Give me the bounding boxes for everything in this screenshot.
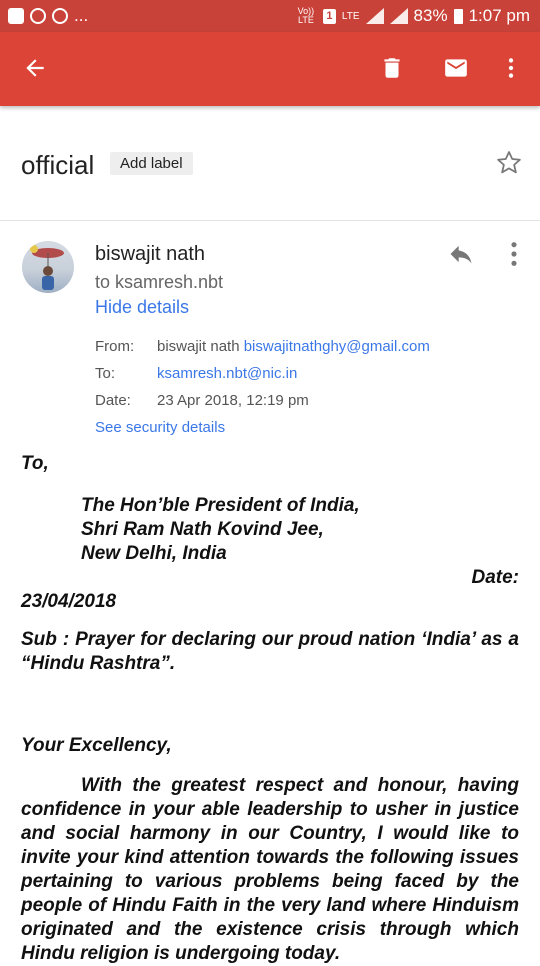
from-email-link[interactable]: biswajitnathghy@gmail.com [244, 338, 430, 355]
letter-greeting: Your Excellency, [21, 735, 172, 756]
battery-icon [453, 8, 463, 24]
from-label: From: [95, 338, 135, 355]
status-bar: ... Vo)) LTE 1 LTE 83% 1:07 pm [0, 0, 540, 32]
hide-details-link[interactable]: Hide details [95, 297, 189, 318]
letter-address: The Hon’ble President of India, Shri Ram… [21, 494, 519, 566]
signal-icon [365, 8, 384, 24]
reply-icon[interactable] [446, 240, 476, 268]
arrow-back-icon [26, 59, 44, 77]
letter-date-label: Date: [471, 567, 519, 588]
date-value: 23 Apr 2018, 12:19 pm [157, 392, 309, 409]
to-email-link[interactable]: ksamresh.nbt@nic.in [157, 365, 297, 382]
recipient-summary: to ksamresh.nbt [95, 272, 224, 292]
more-notifications-text: ... [74, 6, 89, 25]
status-bar-notifications: ... [0, 6, 88, 26]
volte-indicator: Vo)) LTE [297, 6, 315, 25]
from-value: biswajit nath biswajitnathghy@gmail.com [157, 338, 430, 355]
email-subject: official [21, 150, 95, 180]
letter-subject: Sub : Prayer for declaring our proud nat… [21, 629, 519, 674]
back-button[interactable] [15, 48, 55, 88]
status-bar-system: Vo)) LTE 1 LTE 83% 1:07 pm [295, 6, 540, 26]
to-label: To: [95, 365, 116, 382]
sim-badge: 1 [322, 8, 336, 24]
clock: 1:07 pm [468, 6, 530, 25]
signal-2-icon [389, 8, 408, 24]
address-line-2: Shri Ram Nath Kovind Jee, [81, 519, 324, 540]
mail-icon [445, 59, 467, 77]
battery-percent: 83% [413, 6, 448, 25]
network-type: LTE [341, 10, 360, 22]
star-icon[interactable] [494, 148, 524, 178]
security-details-link[interactable]: See security details [95, 419, 225, 436]
trash-icon [384, 58, 400, 78]
letter-paragraph: With the greatest respect and honour, ha… [21, 775, 519, 964]
subject-row: official Add label [0, 106, 540, 221]
address-line-3: New Delhi, India [81, 543, 227, 564]
address-line-1: The Hon’ble President of India, [81, 495, 360, 516]
app-bar [0, 32, 540, 106]
letter-to: To, [21, 453, 49, 474]
overflow-menu-button[interactable] [491, 48, 531, 88]
from-name: biswajit nath [157, 338, 240, 355]
sender-name: biswajit nath [95, 243, 206, 265]
add-label-button[interactable]: Add label [110, 152, 193, 175]
browser-notification-icon [30, 8, 46, 24]
more-vert-icon [508, 58, 514, 78]
message-body: To, The Hon’ble President of India, Shri… [21, 452, 519, 966]
app-notification-icon [8, 8, 24, 24]
sender-avatar[interactable] [22, 241, 74, 293]
sync-notification-icon [52, 8, 68, 24]
letter-date-value: 23/04/2018 [21, 591, 117, 612]
delete-button[interactable] [372, 48, 412, 88]
message-more-icon[interactable] [506, 240, 522, 268]
mark-unread-button[interactable] [436, 48, 476, 88]
date-label: Date: [95, 392, 131, 409]
avatar-photo-icon [30, 245, 64, 290]
